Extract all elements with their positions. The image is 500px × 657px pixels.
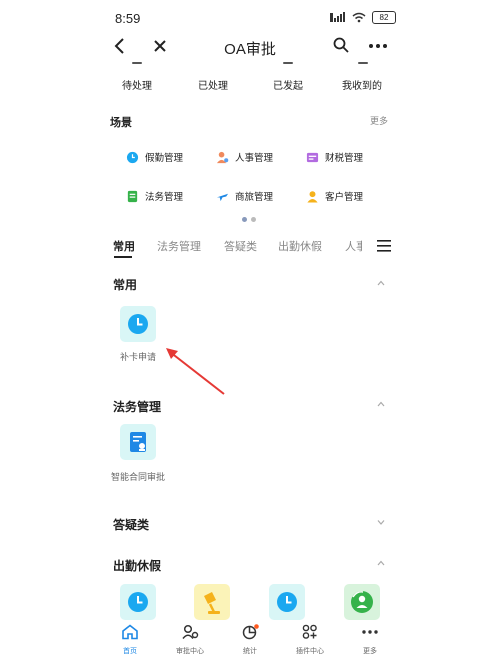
close-icon[interactable]	[150, 36, 170, 56]
chevron-up-icon[interactable]	[377, 279, 385, 287]
chevron-up-icon[interactable]	[377, 400, 385, 408]
tab-legal[interactable]: 法务管理	[157, 238, 201, 254]
search-icon[interactable]	[332, 36, 350, 54]
app-label: 智能合同审批	[110, 472, 165, 482]
group-title-qa: 答疑类	[113, 518, 150, 532]
tab-qa[interactable]: 答疑类	[224, 238, 257, 254]
battery-icon: 82	[372, 11, 396, 24]
wifi-icon	[352, 12, 366, 23]
bottom-nav-label: 审批中心	[176, 648, 204, 655]
more-icon[interactable]	[368, 38, 388, 54]
back-icon[interactable]	[112, 36, 128, 56]
contract-icon	[130, 432, 146, 452]
stat-icon	[132, 62, 142, 64]
bottom-nav-label: 更多	[363, 648, 377, 655]
stat-received[interactable]: 我收到的	[332, 77, 392, 92]
bottom-nav-plugins[interactable]: 插件中心	[280, 624, 340, 656]
scenes-more-link[interactable]: 更多	[370, 114, 388, 127]
stat-processed[interactable]: 已处理	[183, 77, 243, 92]
carousel-dots	[242, 217, 256, 222]
bottom-nav-more[interactable]: 更多	[340, 624, 400, 656]
bottom-nav-approval-center[interactable]: 审批中心	[160, 624, 220, 656]
airplane-icon	[216, 193, 229, 201]
more-icon	[362, 630, 378, 634]
scene-attendance[interactable]: 假勤管理	[126, 149, 183, 165]
sync-user-icon	[351, 591, 373, 613]
tab-attendance[interactable]: 出勤休假	[278, 238, 322, 254]
scene-hr[interactable]: 人事管理	[216, 149, 273, 165]
plugin-icon	[302, 624, 317, 639]
stat-icon	[358, 62, 368, 64]
chevron-up-icon[interactable]	[377, 559, 385, 567]
scene-label: 法务管理	[145, 192, 184, 203]
app-attendance-1[interactable]	[120, 584, 156, 620]
home-icon	[122, 624, 138, 640]
scenes-title: 场景	[110, 117, 132, 129]
clock-icon	[277, 592, 297, 612]
app-attendance-3[interactable]	[269, 584, 305, 620]
lamp-icon	[204, 592, 220, 614]
menu-icon[interactable]	[377, 240, 391, 252]
app-attendance-2[interactable]	[194, 584, 230, 620]
stat-initiated[interactable]: 已发起	[258, 77, 318, 92]
person-icon	[216, 151, 229, 163]
scene-customer[interactable]: 客户管理	[306, 188, 363, 204]
finance-icon	[306, 152, 319, 162]
bottom-nav-label: 统计	[243, 648, 257, 655]
stat-icon	[283, 62, 293, 64]
group-title-legal: 法务管理	[113, 400, 162, 414]
app-attendance-4[interactable]	[344, 584, 380, 620]
scene-label: 商旅管理	[235, 192, 274, 203]
status-icons: 82	[330, 11, 396, 24]
pie-chart-icon	[242, 624, 259, 640]
app-smart-contract[interactable]	[120, 424, 156, 460]
stat-pending[interactable]: 待处理	[107, 77, 167, 92]
group-title-common: 常用	[113, 278, 138, 292]
scene-label: 人事管理	[235, 153, 274, 164]
tab-hr[interactable]: 人事	[345, 238, 362, 254]
carousel-dot-active	[242, 217, 247, 222]
document-icon	[127, 190, 138, 202]
bottom-nav-stats[interactable]: 统计	[220, 624, 280, 656]
tab-common[interactable]: 常用	[113, 238, 135, 254]
tab-active-indicator	[114, 256, 132, 258]
chevron-down-icon[interactable]	[377, 518, 385, 526]
status-time: 8:59	[115, 11, 141, 26]
bottom-nav-home[interactable]: 首页	[100, 624, 160, 656]
clock-icon	[128, 592, 148, 612]
carousel-dot	[251, 217, 256, 222]
clock-icon	[128, 314, 148, 334]
scene-label: 财税管理	[325, 153, 364, 164]
scene-travel[interactable]: 商旅管理	[216, 188, 273, 204]
page-title: OA审批	[224, 41, 276, 58]
app-label: 补卡申请	[119, 352, 156, 362]
approval-icon	[182, 624, 199, 639]
scene-legal[interactable]: 法务管理	[126, 188, 183, 204]
group-title-attendance: 出勤休假	[113, 559, 162, 573]
customer-icon	[307, 190, 318, 203]
signal-icon	[330, 12, 345, 22]
clock-icon	[126, 151, 139, 163]
app-makeup-card[interactable]	[120, 306, 156, 342]
annotation-arrow-icon	[166, 348, 225, 395]
bottom-nav-label: 首页	[123, 648, 137, 655]
bottom-nav-label: 插件中心	[296, 648, 324, 655]
scene-label: 假勤管理	[145, 153, 184, 164]
scene-finance[interactable]: 财税管理	[306, 149, 363, 165]
scene-label: 客户管理	[325, 192, 364, 203]
